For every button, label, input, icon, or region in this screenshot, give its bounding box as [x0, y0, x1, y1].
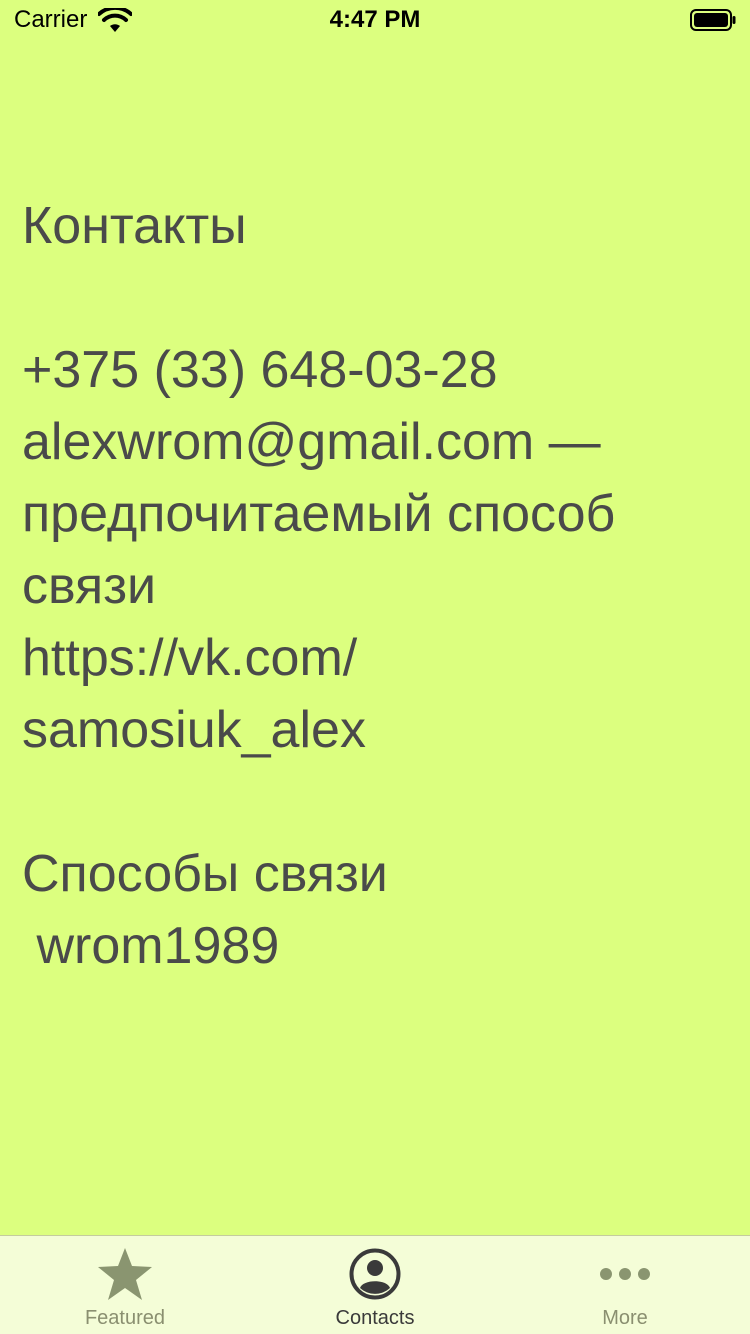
tab-more-label: More — [602, 1307, 648, 1329]
tab-contacts[interactable]: Contacts — [250, 1236, 500, 1334]
contact-icon — [250, 1248, 500, 1300]
tab-featured[interactable]: Featured — [0, 1236, 250, 1334]
status-bar: Carrier 4:47 PM — [0, 0, 750, 40]
star-icon — [0, 1248, 250, 1300]
contact-methods-title: Способы связи — [22, 845, 388, 903]
tab-bar: Featured Contacts More — [0, 1235, 750, 1334]
tab-featured-label: Featured — [84, 1307, 166, 1329]
page-title: Контакты — [22, 197, 247, 255]
email-note-line-1: предпочитаемый способ — [22, 485, 616, 543]
more-icon — [500, 1248, 750, 1300]
phone-number: +375 (33) 648-03-28 — [22, 341, 498, 399]
battery-icon — [690, 9, 736, 31]
clock-time: 4:47 PM — [329, 6, 421, 33]
vk-link-line-1: https://vk.com/ — [22, 629, 358, 687]
contact-methods-value: wrom1989 — [22, 917, 280, 975]
email-address: alexwrom@gmail.com — — [22, 413, 601, 471]
email-note-line-2: связи — [22, 557, 157, 615]
tab-contacts-label: Contacts — [335, 1307, 415, 1329]
vk-link-line-2: samosiuk_alex — [22, 701, 366, 759]
contacts-content: Контакты +375 (33) 648-03-28 alexwrom@gm… — [22, 190, 732, 982]
tab-more[interactable]: More — [500, 1236, 750, 1334]
